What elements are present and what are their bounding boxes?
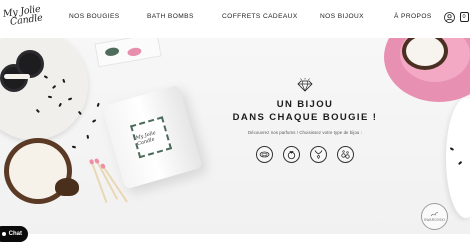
chocolate-speck <box>47 95 53 98</box>
hero-subtitle: Découvrez nos parfums ! Choisissez votre… <box>247 130 363 135</box>
diamond-icon <box>297 78 313 92</box>
candle-product-image: My Jolie Candle <box>101 84 203 190</box>
site-header: My Jolie Candle NOS BOUGIES BATH BOMBS C… <box>0 0 470 38</box>
earrings-icon <box>341 150 350 159</box>
account-button[interactable] <box>443 11 455 23</box>
chocolate-speck <box>51 84 57 89</box>
logo-line-2: Candle <box>9 12 44 28</box>
chat-icon <box>1 232 6 236</box>
chocolate-speck <box>96 102 100 107</box>
choice-necklace-button[interactable] <box>310 146 327 163</box>
hero-title: UN BIJOU DANS CHAQUE BOUGIE ! <box>215 98 395 124</box>
cookie-cream <box>4 74 30 79</box>
chocolate-speck <box>71 145 77 149</box>
choice-bracelet-button[interactable] <box>256 146 273 163</box>
cart-button[interactable]: 0 <box>458 11 470 23</box>
cart-icon: 0 <box>459 12 469 22</box>
chocolate-speck <box>62 78 66 83</box>
nav-coffrets-cadeaux[interactable]: COFFRETS CADEAUX <box>222 13 298 20</box>
coconut-piece-image <box>55 178 79 196</box>
cookie-plate-image <box>0 38 88 140</box>
nav-bath-bombs[interactable]: BATH BOMBS <box>147 13 194 20</box>
bracelet-icon <box>259 151 270 158</box>
page-below-fold <box>0 234 470 246</box>
swarovski-badge: SWAROVSKI <box>421 203 448 230</box>
swarovski-text: SWAROVSKI <box>424 218 445 222</box>
chocolate-speck <box>67 97 73 101</box>
coconut-flesh <box>406 38 444 66</box>
hero-banner: My Jolie Candle UN BIJOU DANS CHAQUE BOU… <box>0 38 470 234</box>
gift-box-image <box>94 38 162 68</box>
cart-count: 0 <box>462 14 466 20</box>
hero-title-line-1: UN BIJOU <box>276 99 334 110</box>
chocolate-speck <box>58 102 62 107</box>
choice-ring-button[interactable] <box>283 146 300 163</box>
hero-title-line-2: DANS CHAQUE BOUGIE ! <box>232 112 378 123</box>
chocolate-speck <box>36 108 40 113</box>
flower-pattern <box>126 46 143 58</box>
nav-nos-bijoux[interactable]: NOS BIJOUX <box>320 13 364 20</box>
swan-icon <box>430 212 439 217</box>
leaf-pattern <box>104 46 120 57</box>
bowl-image <box>446 98 470 218</box>
ring-icon <box>287 151 296 160</box>
brand-logo[interactable]: My Jolie Candle <box>2 4 45 35</box>
choice-earrings-button[interactable] <box>337 146 354 163</box>
match-head <box>93 157 100 165</box>
chocolate-speck <box>43 75 49 79</box>
nav-a-propos[interactable]: À PROPOS <box>394 13 432 20</box>
hero-content: UN BIJOU DANS CHAQUE BOUGIE ! Découvrez … <box>215 78 395 163</box>
chocolate-speck <box>86 134 90 139</box>
jewel-type-selector <box>215 146 395 163</box>
chat-label: Chat <box>8 231 22 237</box>
nav-nos-bougies[interactable]: NOS BOUGIES <box>69 13 120 20</box>
chat-button[interactable]: Chat <box>0 226 28 242</box>
necklace-icon <box>314 150 323 160</box>
user-icon <box>443 11 455 23</box>
chocolate-speck <box>91 119 97 123</box>
candle-label: My Jolie Candle <box>130 116 173 159</box>
